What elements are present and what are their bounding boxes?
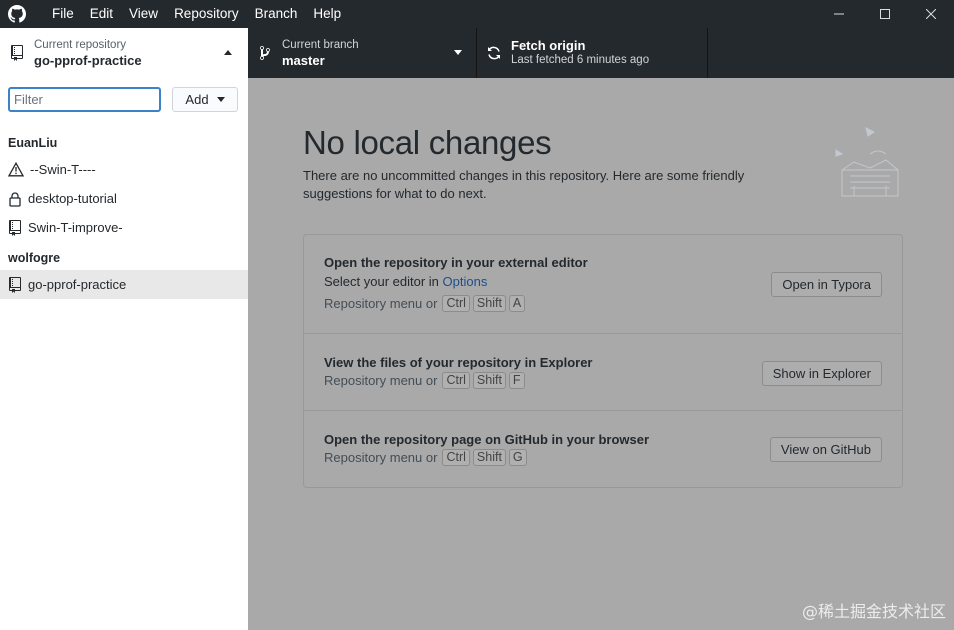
close-icon bbox=[926, 9, 936, 19]
suggestion-view-github: Open the repository page on GitHub in yo… bbox=[304, 411, 902, 487]
shortcut-menu-text: Repository menu or bbox=[324, 296, 438, 311]
chevron-down-icon bbox=[216, 97, 225, 102]
repo-item-swin-t[interactable]: --Swin-T---- bbox=[0, 155, 248, 184]
close-button[interactable] bbox=[908, 0, 954, 28]
menu-file[interactable]: File bbox=[44, 0, 82, 28]
minimize-button[interactable] bbox=[816, 0, 862, 28]
empty-state-illustration-icon bbox=[835, 127, 899, 197]
current-repository-label: Current repository bbox=[34, 39, 127, 51]
title-bar: File Edit View Repository Branch Help bbox=[0, 0, 954, 28]
lock-icon bbox=[9, 191, 21, 207]
shortcut-menu-text: Repository menu or bbox=[324, 373, 438, 388]
suggestions-panel: Open the repository in your external edi… bbox=[303, 234, 903, 488]
options-link[interactable]: Options bbox=[443, 274, 488, 289]
suggestion-open-editor: Open the repository in your external edi… bbox=[304, 235, 902, 334]
repository-list-panel: Add EuanLiu --Swin-T---- desktop-tutoria… bbox=[0, 78, 248, 630]
suggestion-title: Open the repository in your external edi… bbox=[324, 255, 588, 270]
shortcut-hint: Repository menu or Ctrl Shift G bbox=[324, 449, 527, 466]
group-header-euanliu: EuanLiu bbox=[8, 136, 58, 150]
suggestion-description-text: Select your editor in bbox=[324, 274, 443, 289]
repo-item-go-pprof-practice[interactable]: go-pprof-practice bbox=[0, 270, 248, 299]
minimize-icon bbox=[834, 13, 844, 15]
key-ctrl: Ctrl bbox=[442, 372, 470, 389]
repo-item-swin-t-improve[interactable]: Swin-T-improve- bbox=[0, 213, 248, 242]
fetch-origin-label: Fetch origin bbox=[511, 38, 586, 53]
suggestion-title: Open the repository page on GitHub in yo… bbox=[324, 432, 650, 447]
suggestion-show-explorer: View the files of your repository in Exp… bbox=[304, 334, 902, 411]
key-shift: Shift bbox=[472, 295, 506, 312]
suggestion-title: View the files of your repository in Exp… bbox=[324, 355, 593, 370]
main-content: No local changes There are no uncommitte… bbox=[248, 78, 954, 630]
sync-icon bbox=[488, 46, 500, 60]
repo-icon bbox=[11, 45, 23, 61]
current-branch-label: Current branch bbox=[282, 39, 359, 51]
key-ctrl: Ctrl bbox=[442, 449, 470, 466]
suggestion-description: Select your editor in Options bbox=[324, 274, 487, 289]
menu-edit[interactable]: Edit bbox=[82, 0, 121, 28]
shortcut-menu-text: Repository menu or bbox=[324, 450, 438, 465]
key-f: F bbox=[508, 372, 525, 389]
watermark-text: @稀土掘金技术社区 bbox=[801, 602, 946, 621]
repo-name: Swin-T-improve- bbox=[28, 220, 123, 235]
toolbar: Current repository go-pprof-practice Cur… bbox=[0, 28, 954, 78]
caret-up-icon bbox=[224, 50, 232, 55]
repo-icon bbox=[9, 219, 21, 236]
menu-branch[interactable]: Branch bbox=[247, 0, 306, 28]
branch-icon bbox=[260, 45, 270, 60]
key-g: G bbox=[508, 449, 527, 466]
filter-row: Add bbox=[0, 78, 248, 112]
page-title: No local changes bbox=[303, 124, 552, 161]
repo-icon bbox=[9, 276, 21, 293]
view-on-github-button[interactable]: View on GitHub bbox=[769, 437, 882, 462]
show-in-explorer-button[interactable]: Show in Explorer bbox=[761, 361, 882, 386]
group-header-wolfogre: wolfogre bbox=[8, 251, 61, 265]
fetch-origin-button[interactable]: Fetch origin Last fetched 6 minutes ago bbox=[477, 28, 708, 78]
add-button-label: Add bbox=[185, 92, 209, 107]
repo-name: desktop-tutorial bbox=[28, 191, 117, 206]
open-in-typora-button[interactable]: Open in Typora bbox=[771, 272, 882, 297]
shortcut-hint: Repository menu or Ctrl Shift F bbox=[324, 372, 525, 389]
menu-help[interactable]: Help bbox=[305, 0, 349, 28]
key-a: A bbox=[508, 295, 526, 312]
current-repository-button[interactable]: Current repository go-pprof-practice bbox=[0, 28, 248, 78]
last-fetched-text: Last fetched 6 minutes ago bbox=[511, 54, 650, 66]
key-ctrl: Ctrl bbox=[442, 295, 470, 312]
filter-input[interactable] bbox=[8, 87, 161, 112]
current-branch-button[interactable]: Current branch master bbox=[248, 28, 477, 78]
menu-repository[interactable]: Repository bbox=[166, 0, 247, 28]
key-shift: Shift bbox=[472, 372, 506, 389]
current-repository-value: go-pprof-practice bbox=[34, 53, 142, 68]
maximize-icon bbox=[880, 9, 890, 19]
repo-name: go-pprof-practice bbox=[28, 277, 127, 292]
menu-view[interactable]: View bbox=[121, 0, 166, 28]
github-logo-icon bbox=[8, 5, 26, 23]
caret-down-icon bbox=[454, 50, 462, 55]
warning-icon bbox=[8, 162, 24, 177]
add-button[interactable]: Add bbox=[172, 87, 238, 112]
repo-item-desktop-tutorial[interactable]: desktop-tutorial bbox=[0, 184, 248, 213]
maximize-button[interactable] bbox=[862, 0, 908, 28]
shortcut-hint: Repository menu or Ctrl Shift A bbox=[324, 295, 526, 312]
key-shift: Shift bbox=[472, 449, 506, 466]
repo-name: --Swin-T---- bbox=[30, 162, 96, 177]
window-controls bbox=[816, 0, 954, 28]
current-branch-value: master bbox=[282, 53, 325, 68]
page-subtitle: There are no uncommitted changes in this… bbox=[303, 168, 745, 201]
